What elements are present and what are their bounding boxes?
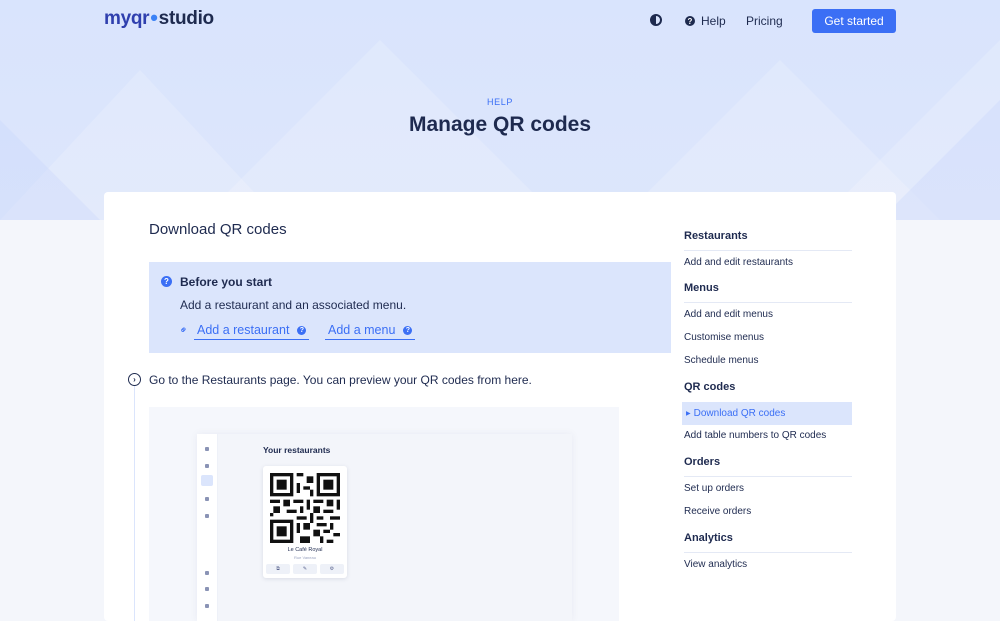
add-restaurant-link[interactable]: Add a restaurant ? [194, 323, 310, 340]
toc-item-add-table-numbers[interactable]: Add table numbers to QR codes [684, 430, 826, 441]
toc-item-schedule-menus[interactable]: Schedule menus [684, 355, 759, 366]
chevron-right-circle-icon: › [128, 373, 141, 386]
preview-sidebar [197, 434, 218, 621]
help-link[interactable]: ? Help [685, 14, 726, 28]
preview-main: Your restaurants Le Café Royal Rue Vanea… [218, 434, 572, 621]
toc-divider [684, 476, 852, 477]
preview-restaurant-sub: Rue Vaneau [294, 555, 316, 560]
sidebar-icon [205, 514, 209, 518]
toc-divider [684, 552, 852, 553]
question-icon: ? [403, 325, 413, 335]
step-connector-line [134, 385, 135, 621]
download-icon: ⧉ [266, 564, 290, 574]
toc-divider [684, 302, 852, 303]
sidebar-icon [205, 447, 209, 451]
before-you-start-callout: ? Before you start Add a restaurant and … [149, 262, 671, 353]
edit-icon: ✎ [293, 564, 317, 574]
toc-item-download-qr-codes[interactable]: ▶ Download QR codes [682, 402, 852, 425]
add-restaurant-label: Add a restaurant [197, 323, 290, 337]
toc-item-receive-orders[interactable]: Receive orders [684, 506, 751, 517]
sidebar-active-item [201, 475, 213, 486]
qr-code-icon [270, 473, 340, 543]
toc-item-set-up-orders[interactable]: Set up orders [684, 483, 744, 494]
toc-item-customise-menus[interactable]: Customise menus [684, 332, 764, 343]
toc-item-add-edit-menus[interactable]: Add and edit menus [684, 309, 773, 320]
sidebar-icon [205, 497, 209, 501]
callout-title: Before you start [180, 275, 273, 289]
add-menu-link[interactable]: Add a menu ? [325, 323, 416, 340]
logo-dot: • [150, 5, 158, 30]
screenshot-preview: Your restaurants Le Café Royal Rue Vanea… [149, 407, 619, 621]
top-navigation: myqr • studio ? Help Pricing Get started [0, 0, 1000, 42]
get-started-button[interactable]: Get started [812, 9, 896, 33]
content-card: Download QR codes ? Before you start Add… [104, 192, 896, 621]
question-icon: ? [297, 325, 307, 335]
preview-app-window: Your restaurants Le Café Royal Rue Vanea… [197, 434, 572, 621]
help-icon: ? [685, 16, 695, 26]
toc-group-restaurants: Restaurants [684, 230, 748, 242]
step-text: Go to the Restaurants page. You can prev… [149, 373, 532, 387]
callout-text: Add a restaurant and an associated menu. [180, 298, 407, 312]
toc-item-view-analytics[interactable]: View analytics [684, 559, 747, 570]
toc-group-orders: Orders [684, 456, 721, 468]
preview-qr-card: Le Café Royal Rue Vaneau ⧉ ✎ ⚙ [263, 466, 347, 578]
toc-active-label: Download QR codes [693, 408, 786, 419]
section-title: Download QR codes [149, 221, 287, 238]
preview-title: Your restaurants [263, 445, 331, 455]
preview-restaurant-name: Le Café Royal [287, 547, 323, 553]
page-eyebrow: HELP [487, 97, 513, 107]
sidebar-icon [205, 571, 209, 575]
sidebar-icon [205, 587, 209, 591]
settings-icon: ⚙ [320, 564, 344, 574]
toc-group-analytics: Analytics [684, 532, 733, 544]
pricing-link[interactable]: Pricing [746, 14, 783, 28]
question-icon: ? [161, 276, 172, 287]
logo[interactable]: myqr • studio [104, 5, 215, 30]
logo-text-main: myqr [104, 8, 150, 29]
toc-divider [684, 250, 852, 251]
caret-right-icon: ▶ [686, 411, 691, 417]
page-title: Manage QR codes [408, 113, 592, 136]
theme-toggle-icon[interactable] [650, 14, 662, 26]
toc-item-add-edit-restaurants[interactable]: Add and edit restaurants [684, 257, 793, 268]
toc-group-qr-codes: QR codes [684, 381, 736, 393]
help-label: Help [701, 14, 726, 28]
add-menu-label: Add a menu [328, 323, 396, 337]
sidebar-icon [205, 464, 209, 468]
logo-text-studio: studio [158, 8, 215, 29]
toc-group-menus: Menus [684, 282, 719, 294]
link-icon: ⚭ [177, 323, 192, 338]
sidebar-icon [205, 604, 209, 608]
